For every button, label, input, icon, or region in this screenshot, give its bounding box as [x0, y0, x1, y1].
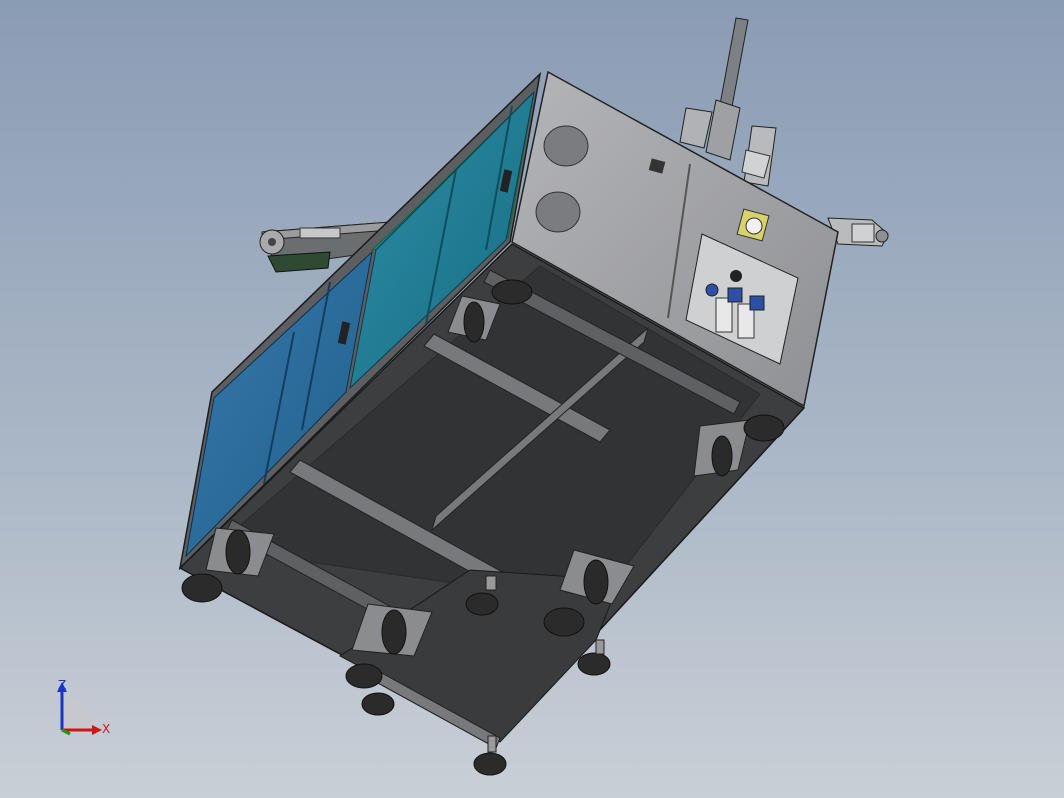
cad-model-view[interactable]	[0, 0, 1064, 798]
foot-4	[473, 752, 507, 776]
foot-2	[577, 652, 611, 676]
z-axis-label: Z	[58, 678, 67, 692]
foot-1	[465, 592, 499, 616]
x-axis-label: X	[102, 722, 111, 736]
foot-3	[361, 692, 395, 716]
graphics-viewport[interactable]: Z X	[0, 0, 1064, 798]
